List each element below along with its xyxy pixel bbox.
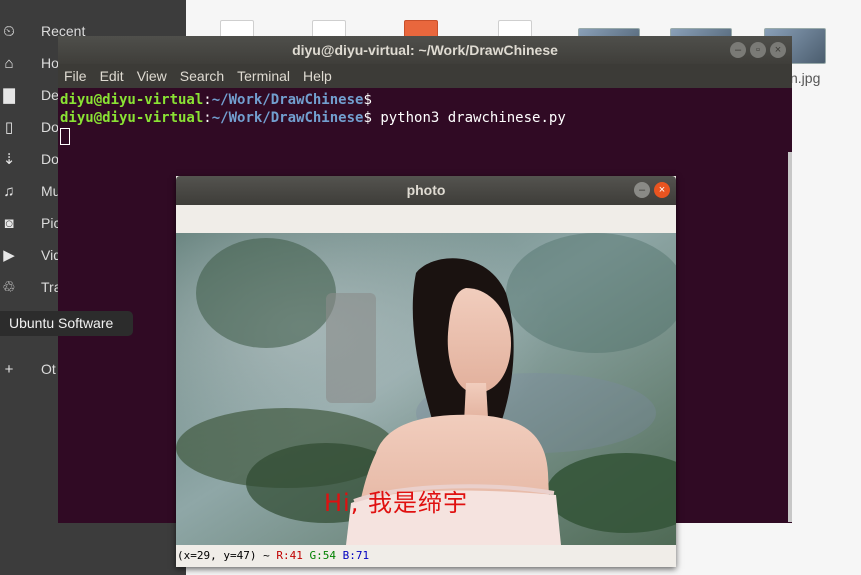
prompt-separator: :: [203, 92, 212, 108]
menu-file[interactable]: File: [64, 68, 87, 84]
terminal-line: diyu@diyu-virtual:~/Work/DrawChinese$: [60, 91, 790, 109]
prompt-path: ~/Work/DrawChinese: [211, 110, 364, 126]
clock-icon: ⏲: [3, 22, 15, 40]
sidebar-item-label: Do: [41, 119, 59, 135]
file-name-label: n.jpg: [790, 70, 821, 86]
dock-tooltip: Ubuntu Software: [0, 311, 133, 336]
sidebar-item-label: De: [41, 87, 59, 103]
photo-window[interactable]: photo – × Hi, 我是缔宇 (x=29, y=47) ~ R:41 G…: [176, 176, 676, 567]
prompt-path: ~/Work/DrawChinese: [211, 92, 364, 108]
pixel-green-value: G:54: [309, 549, 336, 562]
sidebar-item-label: Ho: [41, 55, 59, 71]
prompt-user: diyu@diyu-virtual: [60, 110, 204, 126]
prompt-symbol: $: [363, 92, 372, 108]
cursor-coordinates: (x=29, y=47) ~: [177, 549, 270, 562]
close-icon[interactable]: ×: [770, 42, 786, 58]
download-icon: ⇣: [2, 151, 16, 168]
overlay-caption: Hi, 我是缔宇: [324, 489, 468, 517]
music-icon: ♫: [3, 182, 15, 200]
prompt-symbol: $: [363, 110, 372, 126]
photo-image[interactable]: Hi, 我是缔宇: [176, 233, 676, 545]
terminal-menubar: File Edit View Search Terminal Help: [58, 64, 792, 88]
menu-terminal[interactable]: Terminal: [237, 68, 290, 84]
close-icon[interactable]: ×: [654, 182, 670, 198]
minimize-icon[interactable]: –: [634, 182, 650, 198]
folder-icon: ▇: [3, 87, 15, 104]
terminal-titlebar[interactable]: diyu@diyu-virtual: ~/Work/DrawChinese – …: [58, 36, 792, 64]
menu-edit[interactable]: Edit: [100, 68, 124, 84]
terminal-line: [60, 127, 790, 145]
text-cursor: [60, 127, 70, 145]
photo-toolbar: [176, 205, 676, 233]
window-title: photo: [406, 182, 446, 198]
pixel-blue-value: B:71: [342, 549, 370, 562]
plus-icon: +: [4, 360, 14, 378]
terminal-line: diyu@diyu-virtual:~/Work/DrawChinese$ py…: [60, 109, 790, 127]
trash-icon: ♲: [2, 279, 16, 296]
menu-help[interactable]: Help: [303, 68, 332, 84]
photo-titlebar[interactable]: photo – ×: [176, 176, 676, 205]
document-icon: ▯: [4, 119, 14, 136]
command-text: python3 drawchinese.py: [371, 110, 566, 126]
minimize-icon[interactable]: –: [730, 42, 746, 58]
terminal-output[interactable]: diyu@diyu-virtual:~/Work/DrawChinese$ di…: [58, 88, 792, 148]
home-icon: ⌂: [4, 54, 14, 72]
prompt-user: diyu@diyu-virtual: [60, 92, 204, 108]
video-icon: ▶: [3, 247, 15, 264]
prompt-separator: :: [203, 110, 212, 126]
sidebar-item-label: Do: [41, 151, 59, 167]
sidebar-item-label: Ot: [41, 361, 56, 377]
menu-view[interactable]: View: [137, 68, 167, 84]
window-title: diyu@diyu-virtual: ~/Work/DrawChinese: [292, 42, 558, 58]
pixel-red-value: R:41: [276, 549, 303, 562]
menu-search[interactable]: Search: [180, 68, 224, 84]
terminal-scrollbar[interactable]: [788, 152, 792, 522]
camera-icon: ◙: [4, 214, 14, 232]
maximize-icon[interactable]: ▫: [750, 42, 766, 58]
photo-statusbar: (x=29, y=47) ~ R:41 G:54 B:71: [176, 545, 676, 567]
